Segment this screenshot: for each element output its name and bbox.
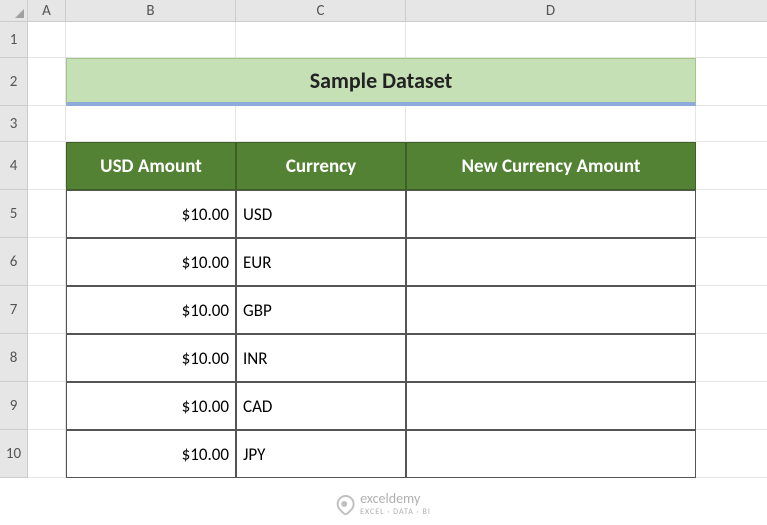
row-header-4[interactable]: 4 (0, 142, 28, 190)
cell-a9[interactable] (28, 382, 66, 430)
cell-a2[interactable] (28, 58, 66, 106)
cell-c1[interactable] (236, 22, 406, 58)
cell-d6[interactable] (406, 238, 696, 286)
cell-c3[interactable] (236, 106, 406, 142)
row-header-9[interactable]: 9 (0, 382, 28, 430)
cell-b10[interactable]: $10.00 (66, 430, 236, 478)
row-header-6[interactable]: 6 (0, 238, 28, 286)
row-header-1[interactable]: 1 (0, 22, 28, 58)
col-header-a[interactable]: A (28, 0, 66, 22)
watermark-logo-icon (332, 491, 357, 516)
row-header-2[interactable]: 2 (0, 58, 28, 106)
col-header-blank (696, 0, 767, 22)
cell-e9[interactable] (696, 382, 767, 430)
cell-a4[interactable] (28, 142, 66, 190)
cell-e5[interactable] (696, 190, 767, 238)
table-header-new-currency[interactable]: New Currency Amount (406, 142, 696, 190)
cell-d9[interactable] (406, 382, 696, 430)
cell-e4[interactable] (696, 142, 767, 190)
cell-d3[interactable] (406, 106, 696, 142)
watermark-name: exceldemy (360, 490, 420, 507)
cell-a3[interactable] (28, 106, 66, 142)
cell-a5[interactable] (28, 190, 66, 238)
cell-e2[interactable] (696, 58, 767, 106)
cell-d8[interactable] (406, 334, 696, 382)
watermark-text: exceldemy EXCEL · DATA · BI (360, 490, 431, 517)
cell-e10[interactable] (696, 430, 767, 478)
cell-e6[interactable] (696, 238, 767, 286)
row-header-8[interactable]: 8 (0, 334, 28, 382)
watermark-tag: EXCEL · DATA · BI (360, 507, 431, 517)
watermark: exceldemy EXCEL · DATA · BI (336, 490, 431, 517)
col-header-b[interactable]: B (66, 0, 236, 22)
table-header-currency[interactable]: Currency (236, 142, 406, 190)
table-header-usd-amount[interactable]: USD Amount (66, 142, 236, 190)
cell-e7[interactable] (696, 286, 767, 334)
cell-c7[interactable]: GBP (236, 286, 406, 334)
cell-e8[interactable] (696, 334, 767, 382)
cell-a8[interactable] (28, 334, 66, 382)
col-header-d[interactable]: D (406, 0, 696, 22)
cell-b5[interactable]: $10.00 (66, 190, 236, 238)
cell-d5[interactable] (406, 190, 696, 238)
cell-c9[interactable]: CAD (236, 382, 406, 430)
cell-b7[interactable]: $10.00 (66, 286, 236, 334)
cell-b3[interactable] (66, 106, 236, 142)
select-all-corner[interactable] (0, 0, 28, 22)
cell-a1[interactable] (28, 22, 66, 58)
row-header-10[interactable]: 10 (0, 430, 28, 478)
col-header-c[interactable]: C (236, 0, 406, 22)
cell-d10[interactable] (406, 430, 696, 478)
cell-b9[interactable]: $10.00 (66, 382, 236, 430)
cell-b6[interactable]: $10.00 (66, 238, 236, 286)
cell-a6[interactable] (28, 238, 66, 286)
cell-b8[interactable]: $10.00 (66, 334, 236, 382)
cell-c8[interactable]: INR (236, 334, 406, 382)
cell-e1[interactable] (696, 22, 767, 58)
cell-c5[interactable]: USD (236, 190, 406, 238)
cell-e3[interactable] (696, 106, 767, 142)
title-cell[interactable]: Sample Dataset (66, 58, 696, 106)
row-header-5[interactable]: 5 (0, 190, 28, 238)
cell-b1[interactable] (66, 22, 236, 58)
cell-c6[interactable]: EUR (236, 238, 406, 286)
cell-d7[interactable] (406, 286, 696, 334)
cell-a10[interactable] (28, 430, 66, 478)
row-header-3[interactable]: 3 (0, 106, 28, 142)
row-header-7[interactable]: 7 (0, 286, 28, 334)
cell-c10[interactable]: JPY (236, 430, 406, 478)
cell-a7[interactable] (28, 286, 66, 334)
cell-d1[interactable] (406, 22, 696, 58)
spreadsheet-grid: A B C D 1 2 Sample Dataset 3 4 USD Amoun… (0, 0, 767, 478)
